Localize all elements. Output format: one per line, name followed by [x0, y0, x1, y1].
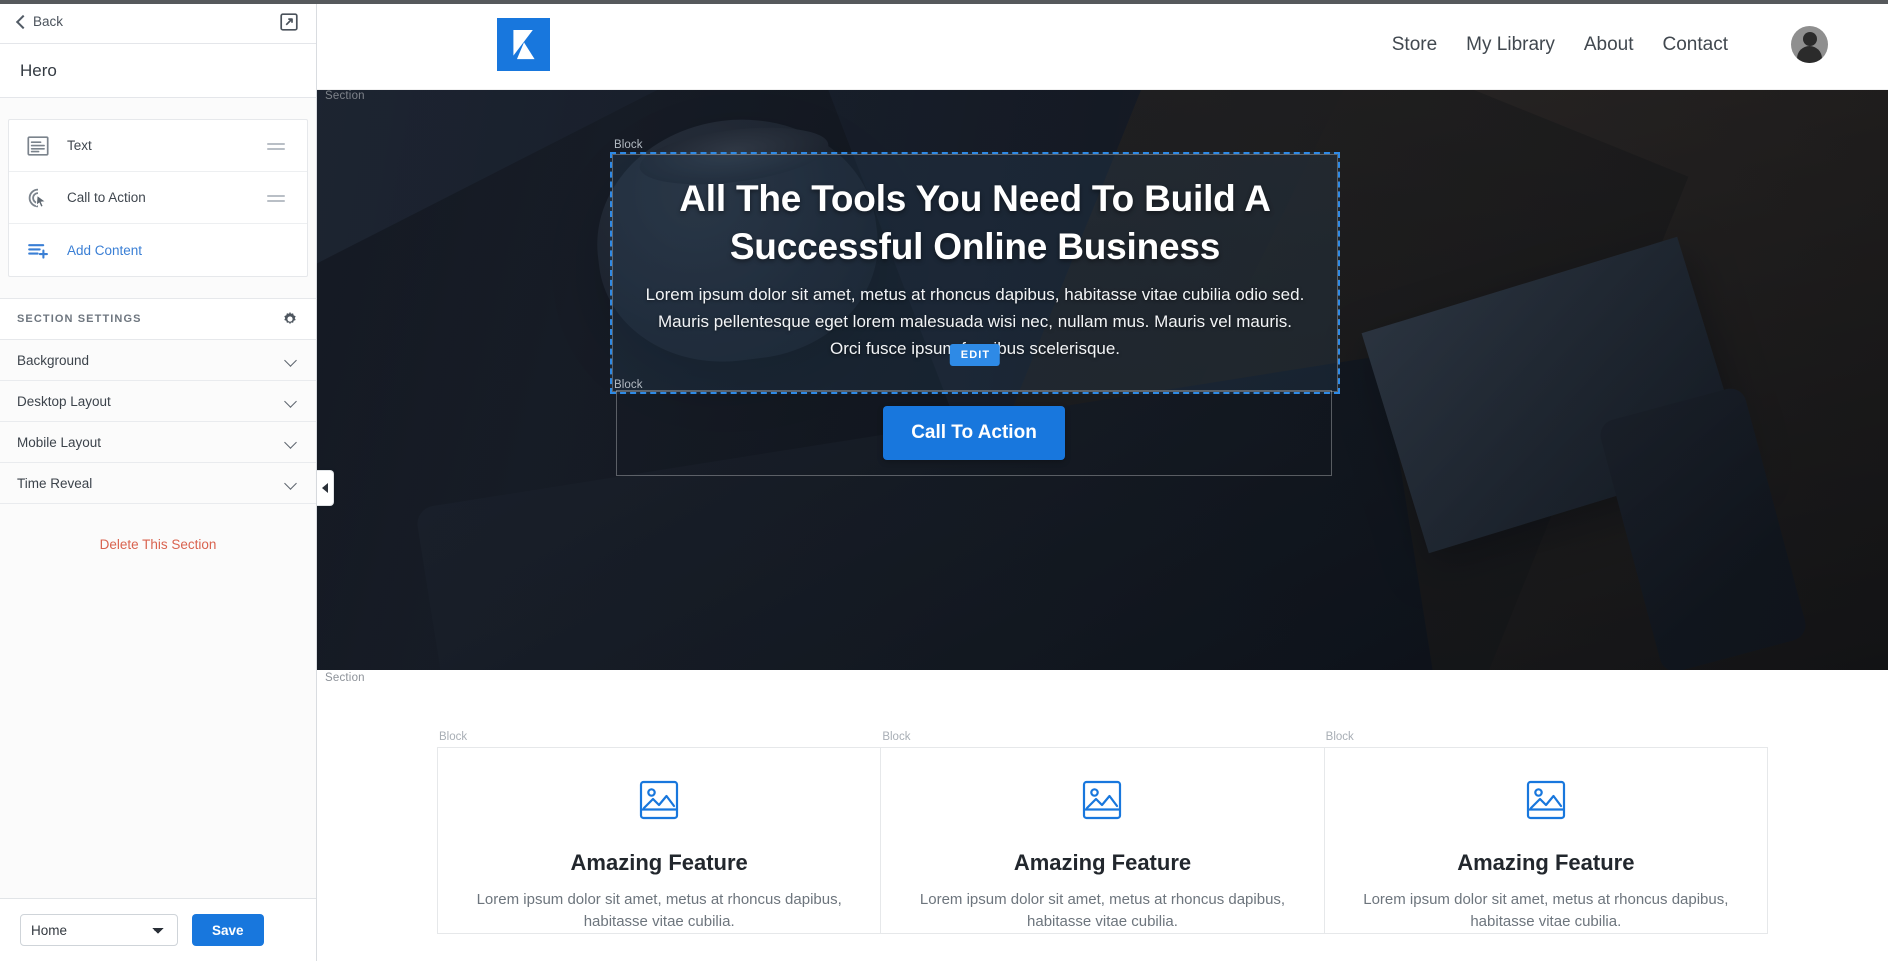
chevron-down-icon — [284, 477, 297, 490]
nav-link-store[interactable]: Store — [1392, 34, 1437, 56]
add-content-label: Add Content — [67, 242, 143, 258]
avatar-head — [1802, 32, 1817, 46]
accordion-label: Mobile Layout — [17, 434, 102, 450]
site-nav-links: Store My Library About Contact — [1392, 26, 1828, 63]
accordion-time-reveal[interactable]: Time Reveal — [0, 463, 316, 504]
feature-title: Amazing Feature — [1013, 850, 1192, 875]
content-item-label: Text — [67, 138, 92, 153]
nav-link-about[interactable]: About — [1584, 34, 1634, 56]
features-section-label: Section — [325, 672, 365, 684]
accordion-desktop-layout[interactable]: Desktop Layout — [0, 381, 316, 422]
block-label-top: Block — [614, 139, 643, 151]
save-button[interactable]: Save — [192, 914, 264, 946]
gear-icon[interactable] — [282, 311, 298, 327]
image-placeholder-icon — [635, 780, 683, 828]
delete-section-button[interactable]: Delete This Section — [0, 537, 316, 552]
block-label: Block — [882, 731, 911, 743]
chevron-down-icon — [284, 354, 297, 367]
nav-link-contact[interactable]: Contact — [1663, 34, 1728, 56]
section-settings-label: SECTION SETTINGS — [17, 313, 142, 325]
content-item-text[interactable]: Text — [9, 120, 307, 172]
chevron-down-icon — [284, 395, 297, 408]
features-grid: Block Amazing Feature Lorem ipsum dolor … — [437, 731, 1768, 934]
block-label: Block — [1325, 731, 1354, 743]
sidebar-scroll-area: Text Call to Action Add Content SECTION … — [0, 98, 316, 898]
section-settings-header: SECTION SETTINGS — [0, 298, 316, 340]
hero-content-area: Block All The Tools You Need To Build A … — [317, 90, 1888, 670]
edit-badge-button[interactable]: EDIT — [949, 344, 1001, 366]
features-section[interactable]: Section Block Amazing Feature Lorem ipsu… — [317, 670, 1888, 961]
content-item-call-to-action[interactable]: Call to Action — [9, 172, 307, 224]
text-block-icon — [27, 135, 53, 157]
call-to-action-button[interactable]: Call To Action — [883, 406, 1065, 460]
image-placeholder-icon — [1078, 780, 1126, 828]
feature-block-2[interactable]: Block Amazing Feature Lorem ipsum dolor … — [881, 731, 1325, 933]
feature-description: Lorem ipsum dolor sit amet, metus at rho… — [919, 891, 1286, 930]
chevron-left-icon — [15, 16, 26, 27]
site-preview-canvas: Store My Library About Contact Section B… — [317, 0, 1888, 961]
accordion-label: Background — [17, 352, 90, 368]
cursor-click-icon — [27, 187, 53, 209]
sidebar-collapse-toggle[interactable] — [317, 470, 334, 506]
back-label: Back — [33, 14, 64, 29]
chevron-left-icon — [322, 483, 328, 493]
site-navbar: Store My Library About Contact — [317, 0, 1888, 90]
accordion-label: Desktop Layout — [17, 393, 111, 409]
feature-block-3[interactable]: Block Amazing Feature Lorem ipsum dolor … — [1325, 731, 1767, 933]
sidebar-footer: Home Save — [0, 898, 316, 961]
feature-title: Amazing Feature — [570, 850, 748, 875]
sidebar-topbar: Back — [0, 0, 316, 44]
page-select[interactable]: Home — [20, 914, 178, 946]
feature-description: Lorem ipsum dolor sit amet, metus at rho… — [1363, 891, 1729, 930]
accordion-label: Time Reveal — [17, 475, 93, 491]
drag-handle[interactable] — [267, 193, 285, 203]
kajabi-logo-icon[interactable] — [497, 18, 550, 71]
image-placeholder-icon — [1522, 780, 1570, 828]
accordion-mobile-layout[interactable]: Mobile Layout — [0, 422, 316, 463]
window-chrome-strip — [0, 0, 1888, 4]
content-item-label: Call to Action — [67, 190, 146, 205]
page-builder-app: Back Hero Text Call to Action Add Conten… — [0, 0, 1888, 961]
accordion-background[interactable]: Background — [0, 340, 316, 381]
block-label: Block — [439, 731, 468, 743]
feature-description: Lorem ipsum dolor sit amet, metus at rho… — [476, 891, 842, 930]
hero-cta-block[interactable]: Call To Action — [616, 390, 1332, 476]
back-button[interactable]: Back — [15, 14, 63, 29]
content-list-card: Text Call to Action Add Content — [8, 119, 308, 277]
page-title: Hero — [20, 60, 57, 80]
hero-heading: All The Tools You Need To Build A Succes… — [679, 178, 1271, 267]
feature-title: Amazing Feature — [1457, 850, 1635, 875]
hero-text-block[interactable]: Block All The Tools You Need To Build A … — [610, 139, 1340, 394]
add-content-icon — [27, 239, 53, 261]
add-content-button[interactable]: Add Content — [9, 224, 307, 276]
feature-block-1[interactable]: Block Amazing Feature Lorem ipsum dolor … — [438, 731, 882, 933]
hero-section[interactable]: Section Block All The Tools You Need To … — [317, 90, 1888, 670]
external-link-icon[interactable] — [280, 12, 298, 31]
nav-link-my-library[interactable]: My Library — [1466, 34, 1555, 56]
chevron-down-icon — [284, 436, 297, 449]
user-avatar-icon[interactable] — [1791, 26, 1828, 63]
drag-handle[interactable] — [267, 141, 285, 151]
editor-sidebar: Back Hero Text Call to Action Add Conten… — [0, 0, 317, 961]
avatar-body — [1797, 46, 1822, 63]
section-title-bar: Hero — [0, 44, 316, 98]
